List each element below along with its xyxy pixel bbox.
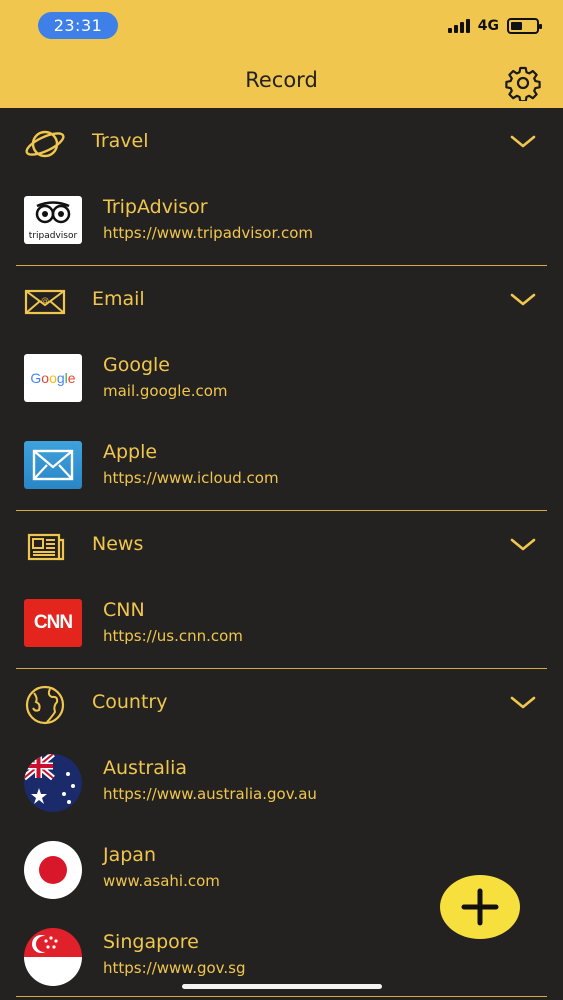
- section-header-country[interactable]: Country: [16, 669, 547, 739]
- tripadvisor-logo: tripadvisor: [24, 196, 82, 244]
- item-url: https://www.tripadvisor.com: [103, 224, 314, 242]
- section-label: Email: [92, 288, 145, 310]
- singapore-flag-icon: [24, 928, 82, 986]
- item-title: CNN: [103, 599, 145, 621]
- svg-text:tripadvisor: tripadvisor: [29, 231, 78, 241]
- japan-flag-icon: [24, 841, 82, 899]
- page-title: Record: [245, 68, 318, 92]
- chevron-down-icon[interactable]: [509, 290, 537, 310]
- section-header-news[interactable]: News: [16, 511, 547, 581]
- home-indicator[interactable]: [182, 984, 382, 989]
- item-title: Google: [103, 354, 171, 376]
- chevron-down-icon[interactable]: [509, 693, 537, 713]
- item-url: https://www.gov.sg: [103, 959, 246, 977]
- item-title: Australia: [103, 757, 188, 779]
- mail-app-icon: [24, 441, 82, 489]
- google-logo: Google: [24, 354, 82, 402]
- cnn-logo: CNN: [24, 599, 82, 647]
- envelope-icon: @: [24, 289, 66, 315]
- item-url: https://us.cnn.com: [103, 627, 243, 645]
- australia-flag-icon: [24, 754, 82, 812]
- section-news: News CNN CNN https://us.cnn.com: [16, 511, 547, 669]
- network-type: 4G: [477, 18, 499, 34]
- item-url: https://www.icloud.com: [103, 469, 279, 487]
- section-country: Country Australia https://www.australia.…: [16, 669, 547, 1000]
- item-title: Singapore: [103, 931, 199, 953]
- item-title: TripAdvisor: [103, 196, 208, 218]
- list-item-australia[interactable]: Australia https://www.australia.gov.au: [16, 739, 547, 826]
- section-header-email[interactable]: @ Email: [16, 266, 547, 336]
- section-header-travel[interactable]: Travel: [16, 108, 547, 178]
- chevron-down-icon[interactable]: [509, 132, 537, 152]
- section-travel: Travel tripadvisor TripAdvisor https://w…: [16, 108, 547, 266]
- plus-icon: [461, 888, 499, 926]
- section-email: @ Email Google Google mail.google.com Ap…: [16, 266, 547, 511]
- gear-icon[interactable]: [505, 65, 541, 101]
- add-button[interactable]: [440, 875, 520, 939]
- svg-text:@: @: [41, 296, 49, 305]
- item-url: www.asahi.com: [103, 872, 220, 890]
- list-item-cnn[interactable]: CNN CNN https://us.cnn.com: [16, 581, 547, 668]
- list-item-apple[interactable]: Apple https://www.icloud.com: [16, 423, 547, 510]
- planet-icon: [25, 130, 65, 158]
- item-url: https://www.australia.gov.au: [103, 785, 317, 803]
- list-item-google[interactable]: Google Google mail.google.com: [16, 336, 547, 423]
- divider: [16, 996, 547, 997]
- chevron-down-icon[interactable]: [509, 535, 537, 555]
- newspaper-icon: [27, 533, 65, 561]
- item-url: mail.google.com: [103, 382, 228, 400]
- section-label: Country: [92, 691, 168, 713]
- signal-icon: [447, 19, 470, 33]
- section-label: Travel: [92, 130, 149, 152]
- status-time: 23:31: [38, 12, 118, 39]
- battery-icon: [507, 18, 542, 34]
- record-list: Travel tripadvisor TripAdvisor https://w…: [0, 108, 563, 1000]
- section-label: News: [92, 533, 144, 555]
- top-bar: 23:31 4G Record: [0, 0, 563, 108]
- item-title: Japan: [103, 844, 156, 866]
- globe-icon: [25, 685, 65, 725]
- list-item-tripadvisor[interactable]: tripadvisor TripAdvisor https://www.trip…: [16, 178, 547, 265]
- status-indicators: 4G: [447, 16, 542, 36]
- item-title: Apple: [103, 441, 158, 463]
